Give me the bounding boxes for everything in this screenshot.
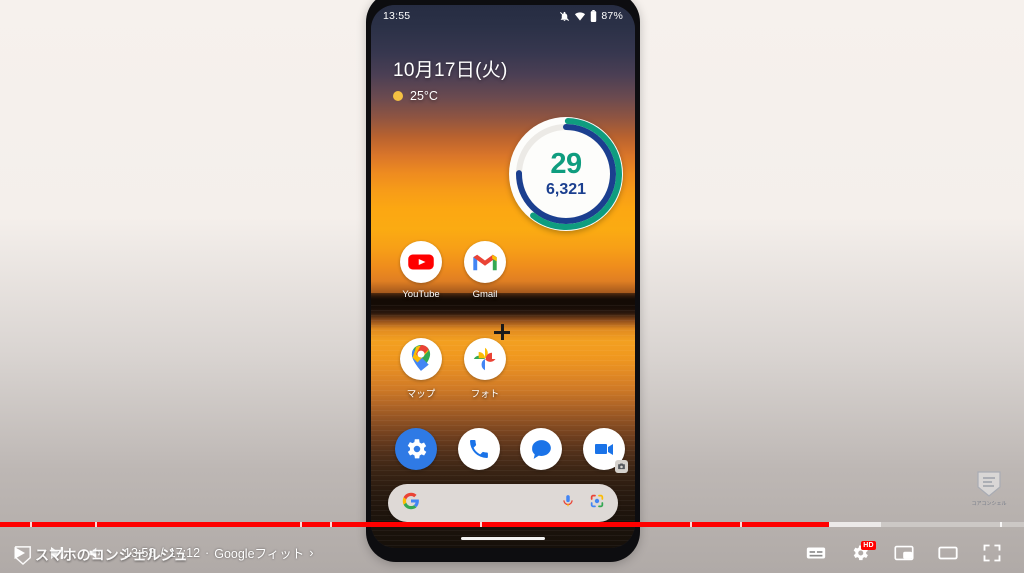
phone-screen: 13:55 87% 10月17日(火) 25°C 29 6,321 YouTub…	[371, 5, 635, 548]
theater-mode-button[interactable]	[926, 532, 970, 573]
app-row-1: YouTube Gmail	[389, 241, 635, 300]
chapter-marker	[330, 522, 332, 527]
shield-logo-icon	[977, 471, 1001, 497]
subtitles-button[interactable]	[794, 532, 838, 573]
app-row-2: マップ フォト	[389, 338, 635, 400]
battery-icon	[591, 10, 597, 22]
home-date: 10月17日(火)	[393, 60, 508, 81]
search-bar-actions	[561, 493, 605, 514]
fullscreen-button[interactable]	[970, 532, 1014, 573]
dock	[385, 428, 636, 473]
status-bar: 13:55 87%	[371, 5, 635, 27]
dock-item-settings[interactable]	[385, 428, 448, 470]
app-label: Gmail	[472, 289, 498, 300]
wifi-icon	[575, 11, 586, 21]
app-gmail[interactable]: Gmail	[453, 241, 517, 300]
photos-icon	[464, 338, 506, 380]
status-bar-clock: 13:55	[383, 10, 411, 22]
meet-icon	[582, 428, 628, 473]
app-label: マップ	[406, 389, 436, 400]
video-progress-bar[interactable]	[0, 522, 1024, 527]
app-youtube[interactable]: YouTube	[389, 241, 453, 300]
progress-played	[0, 522, 830, 527]
maps-icon	[400, 338, 442, 380]
chapter-marker	[300, 522, 302, 527]
channel-corner-logo: コアコンシェル	[965, 470, 1013, 516]
google-lens-icon[interactable]	[589, 493, 605, 514]
fit-step-count: 6,321	[545, 181, 587, 198]
channel-name-watermark: スマホのコンシェルジュ	[14, 545, 188, 565]
app-label: フォト	[470, 389, 500, 400]
chapter-marker	[690, 522, 692, 527]
corner-logo-text: コアコンシェル	[971, 501, 1007, 507]
status-bar-icons: 87%	[559, 10, 623, 22]
home-temperature: 25°C	[410, 89, 438, 103]
miniplayer-button[interactable]	[882, 532, 926, 573]
messages-icon	[520, 428, 563, 470]
settings-icon	[395, 428, 438, 470]
battery-percentage: 87%	[601, 10, 623, 22]
chapter-marker	[95, 522, 97, 527]
dock-item-messages[interactable]	[510, 428, 573, 470]
google-g-icon	[402, 492, 420, 515]
chapter-marker	[1000, 522, 1002, 527]
sun-icon	[393, 91, 403, 101]
channel-name-text: スマホのコンシェルジュ	[35, 547, 188, 563]
gmail-icon	[464, 241, 506, 283]
youtube-video-frame: 13:55 87% 10月17日(火) 25°C 29 6,321 YouTub…	[0, 0, 1024, 573]
app-label: YouTube	[402, 289, 440, 300]
phone-icon	[457, 428, 500, 470]
dock-item-phone[interactable]	[448, 428, 511, 470]
app-photos[interactable]: フォト	[453, 338, 517, 400]
chapter-marker	[740, 522, 742, 527]
shield-icon	[15, 546, 31, 565]
chapter-marker	[30, 522, 32, 527]
youtube-icon	[400, 241, 442, 283]
notifications-muted-icon	[560, 11, 570, 21]
fit-move-minutes: 29	[550, 148, 582, 180]
chapter-title[interactable]: Googleフィット	[214, 543, 304, 562]
settings-button[interactable]: HD	[838, 532, 882, 573]
fit-widget-values: 29 6,321	[509, 117, 623, 231]
microphone-icon[interactable]	[561, 493, 575, 514]
phone-device-mockup: 13:55 87% 10月17日(火) 25°C 29 6,321 YouTub…	[366, 0, 640, 562]
home-weather: 25°C	[393, 89, 508, 103]
chevron-right-icon[interactable]: ›	[309, 545, 313, 560]
home-date-weather[interactable]: 10月17日(火) 25°C	[393, 55, 508, 103]
google-fit-widget[interactable]: 29 6,321	[509, 117, 623, 231]
google-search-bar[interactable]	[388, 484, 618, 522]
chapter-separator-dot: ·	[205, 545, 210, 560]
chapter-marker	[480, 522, 482, 527]
app-maps[interactable]: マップ	[389, 338, 453, 400]
dock-item-meet[interactable]	[573, 428, 636, 473]
camera-badge-icon	[614, 460, 628, 473]
player-right-controls: HD	[794, 532, 1024, 573]
hd-quality-badge: HD	[861, 540, 876, 550]
